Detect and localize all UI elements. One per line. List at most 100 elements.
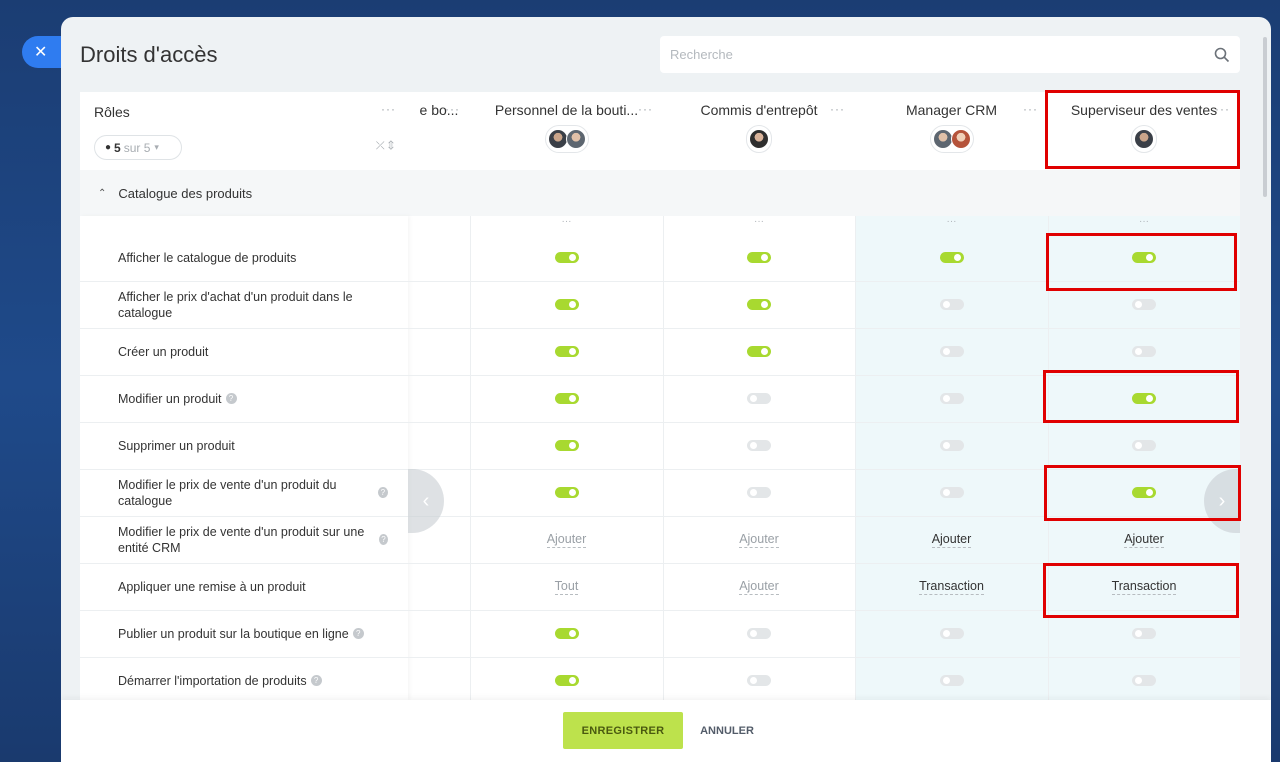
permission-cell: Ajouter [1048, 516, 1240, 563]
permission-toggle[interactable] [939, 299, 964, 310]
permission-label: Modifier un produit? [118, 375, 388, 422]
column-options-icon[interactable]: ··· [855, 216, 1048, 234]
permission-toggle[interactable] [747, 440, 771, 451]
roles-header: Rôles ··· ● 5 sur 5 ▾ ⤫ ⇕ [80, 92, 408, 170]
more-icon[interactable]: ··· [638, 102, 653, 116]
vertical-scrollbar[interactable] [1263, 37, 1267, 197]
permission-value-link[interactable]: Transaction [919, 579, 984, 595]
permission-toggle[interactable] [939, 675, 964, 686]
help-icon[interactable]: ? [378, 534, 388, 545]
expand-collapse-icon[interactable]: ⤫ ⇕ [376, 140, 394, 153]
scroll-left-button[interactable]: ‹ [408, 469, 444, 533]
roles-visibility-selector[interactable]: ● 5 sur 5 ▾ [94, 135, 182, 160]
permission-text: Publier un produit sur la boutique en li… [118, 626, 349, 641]
permission-cell: Ajouter [663, 516, 855, 563]
permission-toggle[interactable] [554, 346, 579, 357]
column-options-icon[interactable]: ··· [470, 216, 663, 234]
permission-cell [663, 281, 855, 328]
permission-value-link[interactable]: Tout [554, 579, 579, 595]
permission-text: Modifier le prix de vente d'un produit d… [118, 477, 337, 508]
help-icon[interactable]: ? [377, 487, 388, 498]
permission-toggle[interactable] [747, 346, 771, 357]
permission-value-link[interactable]: Ajouter [546, 532, 587, 548]
permission-toggle[interactable] [554, 299, 579, 310]
permission-toggle[interactable] [554, 252, 579, 263]
permission-toggle[interactable] [1132, 628, 1156, 639]
permission-toggle[interactable] [554, 675, 579, 686]
role-members[interactable] [1131, 125, 1157, 153]
permission-value-link[interactable]: Ajouter [1124, 532, 1164, 548]
more-icon[interactable]: ··· [381, 102, 396, 116]
permission-toggle[interactable] [747, 675, 771, 686]
role-members[interactable] [544, 125, 589, 153]
permission-toggle[interactable] [1132, 487, 1156, 498]
permission-toggle[interactable] [554, 393, 579, 404]
permission-cell [470, 422, 663, 469]
column-header[interactable]: Personnel de la bouti... ··· [470, 92, 663, 170]
permission-toggle[interactable] [1132, 440, 1156, 451]
search-input[interactable]: Recherche [660, 36, 1240, 73]
permission-toggle[interactable] [939, 346, 964, 357]
permission-toggle[interactable] [939, 628, 964, 639]
permission-toggle[interactable] [747, 487, 771, 498]
more-icon[interactable]: ··· [830, 102, 845, 116]
column-header[interactable]: Manager CRM ··· [855, 92, 1048, 170]
permission-cell [663, 375, 855, 422]
permission-toggle[interactable] [939, 252, 964, 263]
section-catalogue[interactable]: ⌃ Catalogue des produits [80, 170, 1240, 216]
permission-toggle[interactable] [1132, 393, 1156, 404]
more-icon[interactable]: ··· [1023, 102, 1038, 116]
permission-toggle[interactable] [1132, 299, 1156, 310]
permission-cell [1048, 610, 1240, 657]
column-header[interactable]: Superviseur des ventes ··· [1048, 92, 1240, 170]
column-header[interactable]: e bo... ··· [408, 92, 470, 170]
permission-cell [855, 469, 1048, 516]
permission-cell [855, 281, 1048, 328]
permission-toggle[interactable] [939, 440, 964, 451]
permission-toggle[interactable] [939, 487, 964, 498]
footer-bar: ENREGISTRER ANNULER [61, 700, 1271, 762]
permission-toggle[interactable] [747, 252, 771, 263]
permission-toggle[interactable] [554, 440, 579, 451]
permission-toggle[interactable] [747, 628, 771, 639]
column-header[interactable]: Commis d'entrepôt ··· [663, 92, 855, 170]
help-icon[interactable]: ? [310, 675, 322, 686]
permission-toggle[interactable] [554, 487, 579, 498]
permission-toggle[interactable] [747, 299, 771, 310]
chevron-right-icon: › [1218, 489, 1226, 512]
cancel-button[interactable]: ANNULER [689, 712, 765, 749]
help-icon[interactable]: ? [225, 393, 237, 404]
permission-toggle[interactable] [554, 628, 579, 639]
permission-cell [1048, 422, 1240, 469]
more-icon[interactable]: ··· [1215, 102, 1230, 116]
permission-text: Démarrer l'importation de produits [118, 673, 307, 688]
column-options-icon[interactable]: ··· [1048, 216, 1240, 234]
permission-text: Afficher le prix d'achat d'un produit da… [118, 289, 353, 320]
permissions-table: Rôles ··· ● 5 sur 5 ▾ ⤫ ⇕ e bo... ··· Pers… [80, 92, 1240, 700]
permission-value-link[interactable]: Ajouter [931, 532, 972, 548]
access-rights-dialog: Droits d'accès Recherche Rôles ··· ● 5 s… [61, 17, 1271, 762]
permission-toggle[interactable] [1132, 675, 1156, 686]
permission-value-link[interactable]: Ajouter [739, 579, 779, 595]
permission-toggle[interactable] [747, 393, 771, 404]
save-button[interactable]: ENREGISTRER [563, 712, 683, 749]
search-icon[interactable] [1214, 47, 1230, 63]
role-members[interactable] [929, 125, 974, 153]
permission-cell [855, 234, 1048, 281]
permission-cell [470, 281, 663, 328]
permission-cell [470, 234, 663, 281]
permission-toggle[interactable] [939, 393, 964, 404]
column-options-icon[interactable]: ··· [663, 216, 855, 234]
permission-cell [1048, 375, 1240, 422]
permission-cell [663, 610, 855, 657]
permission-toggle[interactable] [1132, 252, 1156, 263]
role-members[interactable] [746, 125, 772, 153]
permission-cell [663, 657, 855, 700]
permission-value-link[interactable]: Ajouter [739, 532, 779, 548]
help-icon[interactable]: ? [352, 628, 364, 639]
permission-value-link[interactable]: Transaction [1111, 579, 1177, 595]
page-title: Droits d'accès [80, 42, 218, 67]
close-button[interactable]: ✕ [22, 36, 66, 68]
more-icon[interactable]: ··· [445, 102, 460, 116]
permission-toggle[interactable] [1132, 346, 1156, 357]
